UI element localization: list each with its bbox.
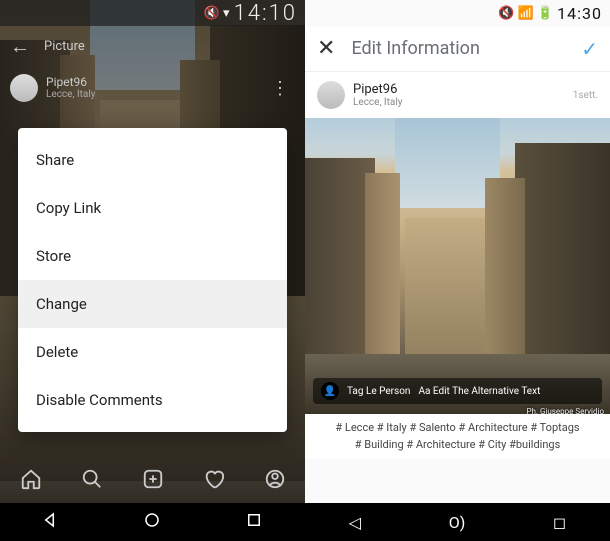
menu-copy-link[interactable]: Copy Link bbox=[18, 184, 287, 232]
hashtags-line-2: # Building # Architecture # City #buildi… bbox=[315, 437, 600, 454]
photo-credit: Ph. Giuseppe Servidio bbox=[526, 407, 604, 414]
author-text: Pipet96 Lecce, Italy bbox=[353, 82, 403, 108]
menu-share[interactable]: Share bbox=[18, 136, 287, 184]
header-title: Picture bbox=[44, 39, 85, 54]
status-icons-right: 🔇 📶 🔋 bbox=[498, 6, 553, 21]
search-icon[interactable] bbox=[81, 468, 103, 495]
status-time: 14:10 bbox=[234, 1, 297, 26]
add-post-icon[interactable] bbox=[142, 468, 164, 495]
avatar[interactable] bbox=[10, 74, 38, 102]
menu-change[interactable]: Change bbox=[18, 280, 287, 328]
back-icon[interactable]: ← bbox=[10, 34, 30, 59]
tag-person-icon[interactable]: 👤 bbox=[321, 382, 339, 400]
hashtags-line-1: # Lecce # Italy # Salento # Architecture… bbox=[315, 420, 600, 437]
more-options-icon[interactable]: ⋮ bbox=[271, 78, 295, 99]
nav-back-icon[interactable] bbox=[42, 511, 60, 533]
home-icon[interactable] bbox=[20, 468, 42, 495]
tag-people-label[interactable]: Tag Le Person bbox=[347, 386, 410, 397]
heart-icon[interactable] bbox=[203, 468, 225, 495]
bottom-nav bbox=[0, 459, 305, 503]
author-name: Pipet96 bbox=[46, 75, 96, 89]
nav-home-icon[interactable]: O) bbox=[449, 513, 466, 532]
edit-author-row[interactable]: Pipet96 Lecce, Italy 1sett. bbox=[305, 72, 610, 118]
nav-home-icon[interactable] bbox=[143, 511, 161, 533]
options-menu: Share Copy Link Store Change Delete Disa… bbox=[18, 128, 287, 432]
menu-disable-comments[interactable]: Disable Comments bbox=[18, 376, 287, 424]
caption-hashtags[interactable]: # Lecce # Italy # Salento # Architecture… bbox=[305, 414, 610, 459]
menu-delete[interactable]: Delete bbox=[18, 328, 287, 376]
android-nav-left bbox=[0, 503, 305, 541]
menu-store[interactable]: Store bbox=[18, 232, 287, 280]
left-panel: 🔇 ▾ 14:10 ← Picture Pipet96 Lecce, Italy… bbox=[0, 0, 305, 541]
edit-title: Edit Information bbox=[351, 38, 565, 59]
avatar[interactable] bbox=[317, 81, 345, 109]
post-photo[interactable]: 👤 Tag Le Person Aa Edit The Alternative … bbox=[305, 118, 610, 414]
profile-icon[interactable] bbox=[264, 468, 286, 495]
status-bar-right: 🔇 📶 🔋 14:30 bbox=[305, 0, 610, 26]
author-name: Pipet96 bbox=[353, 82, 403, 97]
author-text: Pipet96 Lecce, Italy bbox=[46, 75, 96, 101]
author-location: Lecce, Italy bbox=[353, 97, 403, 108]
photo-action-bar: 👤 Tag Le Person Aa Edit The Alternative … bbox=[313, 378, 602, 404]
nav-back-icon[interactable]: ◁ bbox=[349, 513, 361, 532]
left-app-header: ← Picture bbox=[0, 26, 305, 66]
author-location: Lecce, Italy bbox=[46, 89, 96, 101]
edit-alt-label[interactable]: Aa Edit The Alternative Text bbox=[418, 386, 540, 397]
edit-header: ✕ Edit Information ✓ bbox=[305, 26, 610, 72]
status-icons: 🔇 ▾ bbox=[204, 6, 230, 21]
nav-recent-icon[interactable] bbox=[245, 511, 263, 533]
close-icon[interactable]: ✕ bbox=[317, 36, 335, 61]
time-ago: 1sett. bbox=[573, 90, 598, 101]
post-author-row[interactable]: Pipet96 Lecce, Italy ⋮ bbox=[0, 68, 305, 108]
status-time-right: 14:30 bbox=[557, 4, 602, 23]
status-bar-left: 🔇 ▾ 14:10 bbox=[0, 0, 305, 26]
android-nav-right: ◁ O) ◻ bbox=[305, 503, 610, 541]
right-panel: 🔇 📶 🔋 14:30 ✕ Edit Information ✓ Pipet96… bbox=[305, 0, 610, 541]
nav-recent-icon[interactable]: ◻ bbox=[553, 513, 566, 532]
confirm-check-icon[interactable]: ✓ bbox=[581, 37, 598, 61]
